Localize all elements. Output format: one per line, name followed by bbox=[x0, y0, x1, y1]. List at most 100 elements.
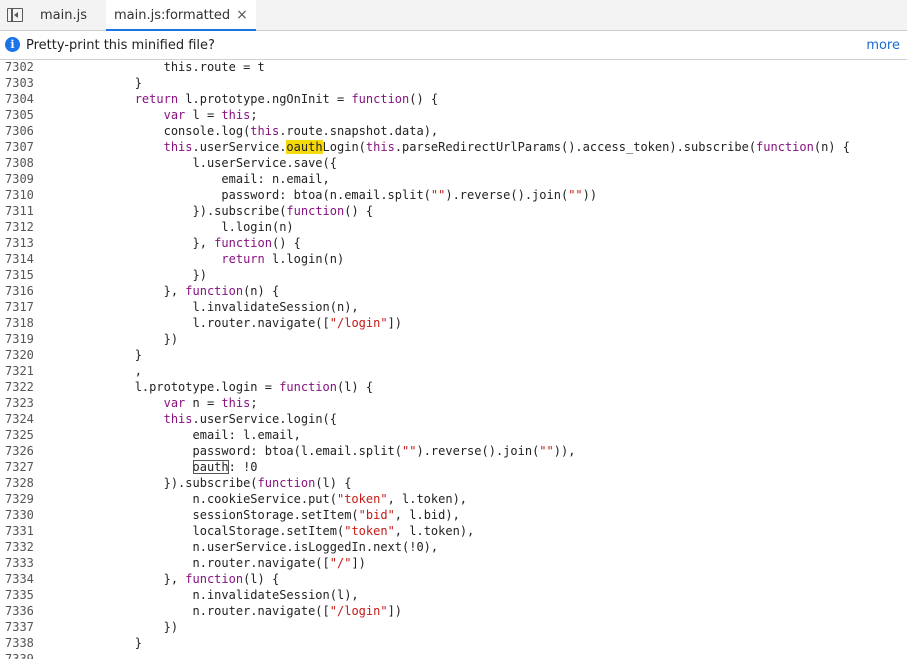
line-number[interactable]: 7314 bbox=[5, 251, 39, 267]
code-token: (n) { bbox=[813, 140, 850, 154]
code-token: n = bbox=[185, 396, 222, 410]
string-token: "" bbox=[402, 444, 417, 458]
tab-main-js-formatted[interactable]: main.js:formatted × bbox=[106, 0, 256, 31]
code-token: l.prototype.ngOnInit = bbox=[178, 92, 352, 106]
line-number[interactable]: 7339 bbox=[5, 651, 39, 659]
close-tab-icon[interactable]: × bbox=[236, 7, 248, 23]
line-number[interactable]: 7322 bbox=[5, 379, 39, 395]
code-editor[interactable]: 7302 this.route = t 7303 } 7304 return l.p… bbox=[0, 59, 907, 659]
line-number[interactable]: 7319 bbox=[5, 331, 39, 347]
keyword-token: return bbox=[134, 92, 179, 106]
line-number[interactable]: 7304 bbox=[5, 91, 39, 107]
code-text: }) bbox=[48, 331, 178, 347]
string-token: "token" bbox=[344, 524, 395, 538]
code-text: password: btoa(n.email.split("").reverse… bbox=[48, 187, 597, 203]
line-number[interactable]: 7327 bbox=[5, 459, 39, 475]
more-link[interactable]: more bbox=[866, 31, 900, 60]
line-number[interactable]: 7315 bbox=[5, 267, 39, 283]
line-number[interactable]: 7305 bbox=[5, 107, 39, 123]
code-text: this.userService.oauthLogin(this.parseRe… bbox=[48, 139, 850, 155]
code-token: Login( bbox=[322, 140, 366, 154]
code-text: }, function(l) { bbox=[48, 571, 280, 587]
code-token: n.router.navigate([ bbox=[48, 604, 330, 618]
tab-main-js[interactable]: main.js bbox=[32, 0, 95, 30]
line-number[interactable]: 7334 bbox=[5, 571, 39, 587]
code-token: l = bbox=[185, 108, 222, 122]
line-number[interactable]: 7312 bbox=[5, 219, 39, 235]
code-token: l.prototype.login = bbox=[48, 380, 280, 394]
code-token: }) bbox=[48, 268, 207, 282]
code-token: }, bbox=[48, 284, 186, 298]
toggle-navigator-icon[interactable] bbox=[7, 8, 23, 22]
code-token: l.userService.save({ bbox=[48, 156, 337, 170]
code-text: console.log(this.route.snapshot.data), bbox=[48, 123, 439, 139]
line-number[interactable]: 7307 bbox=[5, 139, 39, 155]
line-number[interactable]: 7309 bbox=[5, 171, 39, 187]
code-token: }).subscribe( bbox=[48, 476, 258, 490]
line-number[interactable]: 7323 bbox=[5, 395, 39, 411]
line-number[interactable]: 7317 bbox=[5, 299, 39, 315]
line-number[interactable]: 7308 bbox=[5, 155, 39, 171]
string-token: "" bbox=[568, 188, 583, 202]
line-number[interactable]: 7337 bbox=[5, 619, 39, 635]
code-text: return l.login(n) bbox=[48, 251, 344, 267]
keyword-token: var bbox=[163, 108, 186, 122]
line-number[interactable]: 7321 bbox=[5, 363, 39, 379]
infobar-message: Pretty-print this minified file? bbox=[26, 38, 215, 53]
code-token: .parseRedirectUrlParams().access_token).… bbox=[394, 140, 757, 154]
line-number[interactable]: 7330 bbox=[5, 507, 39, 523]
line-number[interactable]: 7326 bbox=[5, 443, 39, 459]
code-token: } bbox=[48, 348, 142, 362]
code-token: email: l.email, bbox=[48, 428, 301, 442]
line-number[interactable]: 7329 bbox=[5, 491, 39, 507]
line-number[interactable]: 7328 bbox=[5, 475, 39, 491]
code-token: .userService.login({ bbox=[192, 412, 338, 426]
code-token: )), bbox=[553, 444, 576, 458]
code-text: password: btoa(l.email.split("").reverse… bbox=[48, 443, 575, 459]
line-number[interactable]: 7303 bbox=[5, 75, 39, 91]
code-token: email: n.email, bbox=[48, 172, 330, 186]
code-text: l.userService.save({ bbox=[48, 155, 337, 171]
code-text: l.router.navigate(["/login"]) bbox=[48, 315, 402, 331]
code-token: l.invalidateSession(n), bbox=[48, 300, 359, 314]
keyword-token: var bbox=[163, 396, 186, 410]
code-text: }).subscribe(function(l) { bbox=[48, 475, 352, 491]
line-number[interactable]: 7318 bbox=[5, 315, 39, 331]
code-text: l.prototype.login = function(l) { bbox=[48, 379, 373, 395]
code-token: l.login(n) bbox=[264, 252, 345, 266]
line-number[interactable]: 7302 bbox=[5, 59, 39, 75]
line-number[interactable]: 7335 bbox=[5, 587, 39, 603]
line-number[interactable]: 7310 bbox=[5, 187, 39, 203]
code-token: } bbox=[48, 76, 142, 90]
code-token: .route.snapshot.data), bbox=[279, 124, 439, 138]
line-number[interactable]: 7325 bbox=[5, 427, 39, 443]
code-token: ]) bbox=[387, 604, 403, 618]
line-number[interactable]: 7313 bbox=[5, 235, 39, 251]
string-token: "/login" bbox=[329, 316, 388, 330]
line-number[interactable]: 7311 bbox=[5, 203, 39, 219]
line-number[interactable]: 7306 bbox=[5, 123, 39, 139]
line-number[interactable]: 7316 bbox=[5, 283, 39, 299]
code-text: } bbox=[48, 635, 142, 651]
code-text: email: l.email, bbox=[48, 427, 301, 443]
line-number[interactable]: 7320 bbox=[5, 347, 39, 363]
code-token: )) bbox=[582, 188, 598, 202]
line-number[interactable]: 7333 bbox=[5, 555, 39, 571]
code-token: (l) { bbox=[315, 476, 352, 490]
code-token: localStorage.setItem( bbox=[48, 524, 345, 538]
code-token: ).reverse().join( bbox=[416, 444, 540, 458]
line-number[interactable]: 7331 bbox=[5, 523, 39, 539]
line-number[interactable]: 7332 bbox=[5, 539, 39, 555]
code-text: oauth: !0 bbox=[48, 459, 258, 475]
code-token: () { bbox=[271, 236, 301, 250]
line-number[interactable]: 7336 bbox=[5, 603, 39, 619]
editor-tab-bar: main.js main.js:formatted × bbox=[0, 0, 907, 31]
code-text: return l.prototype.ngOnInit = function()… bbox=[48, 91, 438, 107]
code-text: } bbox=[48, 75, 142, 91]
line-number[interactable]: 7324 bbox=[5, 411, 39, 427]
line-number[interactable]: 7338 bbox=[5, 635, 39, 651]
